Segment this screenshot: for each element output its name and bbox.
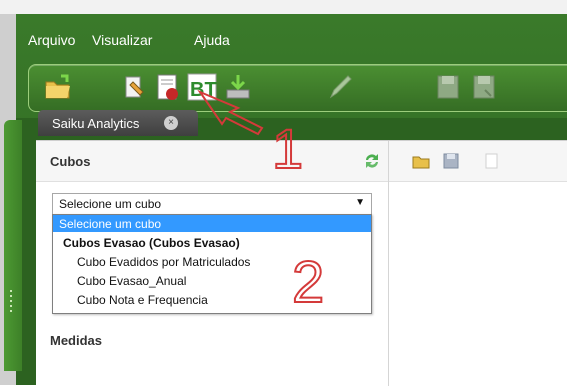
menu-ajuda[interactable]: Ajuda [194,32,230,48]
cube-option-placeholder[interactable]: Selecione um cubo [53,215,371,232]
open-folder-icon [45,74,70,99]
pencil-button[interactable] [325,72,355,102]
option-label: Cubo Evadidos por Matriculados [77,255,251,269]
top-strip [0,0,567,15]
workspace: Cubos Selecione um cubo ▼ Selecione um c… [36,140,567,386]
grip-dot [10,295,12,297]
grip-dot [10,310,12,312]
save-as-button[interactable] [469,72,499,102]
open-query-button[interactable] [411,151,431,171]
option-label: Cubo Evasao_Anual [77,274,187,288]
save-icon [437,75,459,99]
menu-visualizar[interactable]: Visualizar [92,32,152,48]
report-icon [157,74,178,100]
open-folder-button[interactable] [43,72,73,102]
save-query-button[interactable] [441,151,461,171]
tab-saiku-analytics[interactable]: Saiku Analytics × [38,110,198,136]
save-as-icon [473,75,495,99]
pencil-icon [329,75,352,99]
cube-dropdown-list: Selecione um cubo Cubos Evasao (Cubos Ev… [52,214,372,314]
report-button[interactable] [153,72,183,102]
blank-page-icon [485,153,498,169]
query-toolbar [389,141,567,182]
chevron-down-icon: ▼ [355,197,365,208]
svg-text:BT: BT [190,79,217,101]
download-icon [226,75,250,99]
new-query-button[interactable] [481,151,501,171]
measures-title: Medidas [50,333,103,348]
cube-option-nota-frequencia[interactable]: Cubo Nota e Frequencia [53,291,371,308]
menu-bar: Arquivo Visualizar Ajuda [16,14,567,64]
side-panel-toggle[interactable] [4,120,22,371]
grip-dot [10,300,12,302]
refresh-button[interactable] [362,151,382,171]
edit-query-icon [125,76,144,98]
refresh-icon [366,154,378,168]
grip-dot [10,305,12,307]
bt-button[interactable]: BT [187,72,217,102]
save-button[interactable] [433,72,463,102]
folder-icon [412,156,430,169]
grip-dot [10,290,12,292]
cubes-panel: Cubos Selecione um cubo ▼ Selecione um c… [36,141,389,386]
edit-query-button[interactable] [121,72,151,102]
tab-label: Saiku Analytics [52,116,140,131]
cube-option-group: Cubos Evasao (Cubos Evasao) [53,234,371,251]
cubes-title: Cubos [50,154,91,169]
bt-icon: BT [187,73,217,101]
main-toolbar: BT [28,64,567,112]
cube-select[interactable]: Selecione um cubo ▼ [52,193,372,215]
cube-option-evadidos[interactable]: Cubo Evadidos por Matriculados [53,253,371,270]
option-label: Selecione um cubo [59,217,162,231]
option-group-label: Cubos Evasao (Cubos Evasao) [63,236,240,250]
cubes-header: Cubos [36,141,388,182]
cube-select-value: Selecione um cubo [59,197,162,211]
floppy-icon [443,153,459,169]
cube-option-evasao-anual[interactable]: Cubo Evasao_Anual [53,272,371,289]
option-label: Cubo Nota e Frequencia [77,293,208,307]
close-icon[interactable]: × [164,116,178,130]
download-button[interactable] [223,72,253,102]
menu-arquivo[interactable]: Arquivo [28,32,75,48]
